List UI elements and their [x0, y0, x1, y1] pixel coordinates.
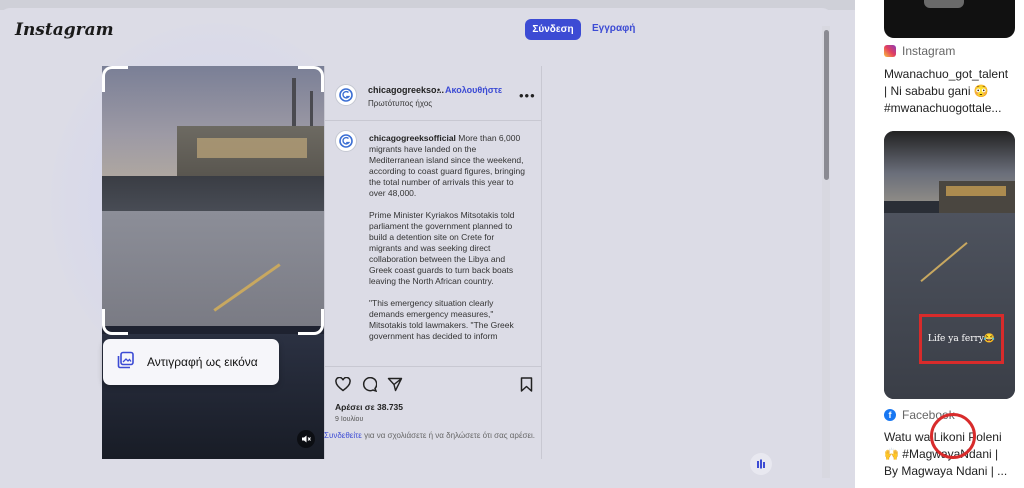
result-source-label: Instagram	[902, 44, 956, 58]
thumbnail-ship-deck	[946, 186, 1006, 196]
ig-header: Instagram Σύνδεση Εγγραφή	[0, 8, 832, 53]
selection-corner	[102, 309, 128, 335]
result-title-line: #mwanachuogottale...	[884, 101, 1002, 115]
copy-image-icon	[117, 351, 135, 374]
post-actions	[325, 366, 542, 459]
caption-paragraph-2: Prime Minister Kyriakos Mitsotakis told …	[369, 210, 515, 286]
scrollbar-thumb[interactable]	[824, 30, 829, 180]
post-caption: chicagogreeksofficial More than 6,000 mi…	[369, 133, 529, 353]
result-source-instagram[interactable]: Instagram	[884, 44, 955, 58]
account-avatar[interactable]	[335, 84, 357, 106]
login-prompt-link[interactable]: Συνδεθείτε	[324, 431, 362, 440]
instagram-icon	[884, 45, 896, 57]
ship-deck	[197, 138, 307, 158]
selection-corner	[102, 66, 128, 92]
result-title-line: By Magwaya Ndani | ...	[884, 464, 1008, 478]
thumbnail-caption: Life ya ferry😂	[927, 334, 996, 344]
crowd	[102, 176, 324, 216]
selection-corner	[298, 309, 324, 335]
caption-paragraph-3: "This emergency situation clearly demand…	[369, 298, 514, 341]
save-bookmark-icon[interactable]	[520, 377, 533, 397]
red-circle-annotation	[930, 413, 976, 459]
result-thumbnail-2[interactable]: Life ya ferry😂	[884, 131, 1015, 399]
caption-username[interactable]: chicagogreeksofficial	[369, 133, 456, 143]
thumbnail-detail	[924, 0, 964, 8]
post-video[interactable]	[102, 66, 324, 459]
post-username[interactable]: chicagogreekso...	[368, 85, 444, 95]
separator-dot: •	[437, 85, 441, 95]
result-title-1[interactable]: Mwanachuo_got_talent | Ni sababu gani 😳 …	[884, 66, 1016, 117]
audio-bars-icon[interactable]	[750, 453, 772, 475]
original-audio-label[interactable]: Πρωτότυπος ήχος	[368, 99, 432, 108]
signup-link[interactable]: Εγγραφή	[592, 23, 635, 34]
thumbnail-ground	[884, 213, 1015, 399]
follow-button[interactable]: Ακολουθήστε	[445, 85, 502, 95]
post-date[interactable]: 9 Ιουλίου	[335, 416, 363, 423]
result-title-line: Mwanachuo_got_talent	[884, 67, 1009, 81]
search-results-sidebar: Instagram Mwanachuo_got_talent | Ni saba…	[855, 0, 1024, 488]
more-options-icon[interactable]: •••	[519, 88, 536, 103]
share-icon[interactable]	[387, 377, 403, 397]
login-button[interactable]: Σύνδεση	[525, 19, 581, 40]
copy-as-image-button[interactable]: Αντιγραφή ως εικόνα	[103, 339, 279, 385]
result-thumbnail-top[interactable]	[884, 0, 1015, 38]
caption-avatar[interactable]	[335, 130, 357, 152]
comment-icon[interactable]	[361, 376, 378, 397]
login-prompt-text: για να σχολιάσετε ή να δηλώσετε ότι σας …	[361, 431, 536, 440]
instagram-logo[interactable]: Instagram	[15, 20, 114, 40]
post-panel: chicagogreekso... • Ακολουθήστε Πρωτότυπ…	[324, 66, 542, 459]
result-title-line: | Ni sababu gani 😳	[884, 84, 989, 98]
muted-speaker-icon[interactable]	[297, 430, 315, 448]
instagram-page: Instagram Σύνδεση Εγγραφή Αντιγραφή ως ε…	[0, 8, 832, 488]
selection-corner	[298, 66, 324, 92]
like-count[interactable]: Αρέσει σε 38.735	[335, 402, 403, 412]
login-prompt: Συνδεθείτε για να σχολιάσετε ή να δηλώσε…	[324, 430, 544, 442]
post-header: chicagogreekso... • Ακολουθήστε Πρωτότυπ…	[325, 66, 542, 121]
facebook-icon: f	[884, 409, 896, 421]
copy-as-image-label: Αντιγραφή ως εικόνα	[147, 355, 258, 369]
highlight-box: Life ya ferry😂	[919, 314, 1004, 364]
like-heart-icon[interactable]	[335, 376, 351, 397]
